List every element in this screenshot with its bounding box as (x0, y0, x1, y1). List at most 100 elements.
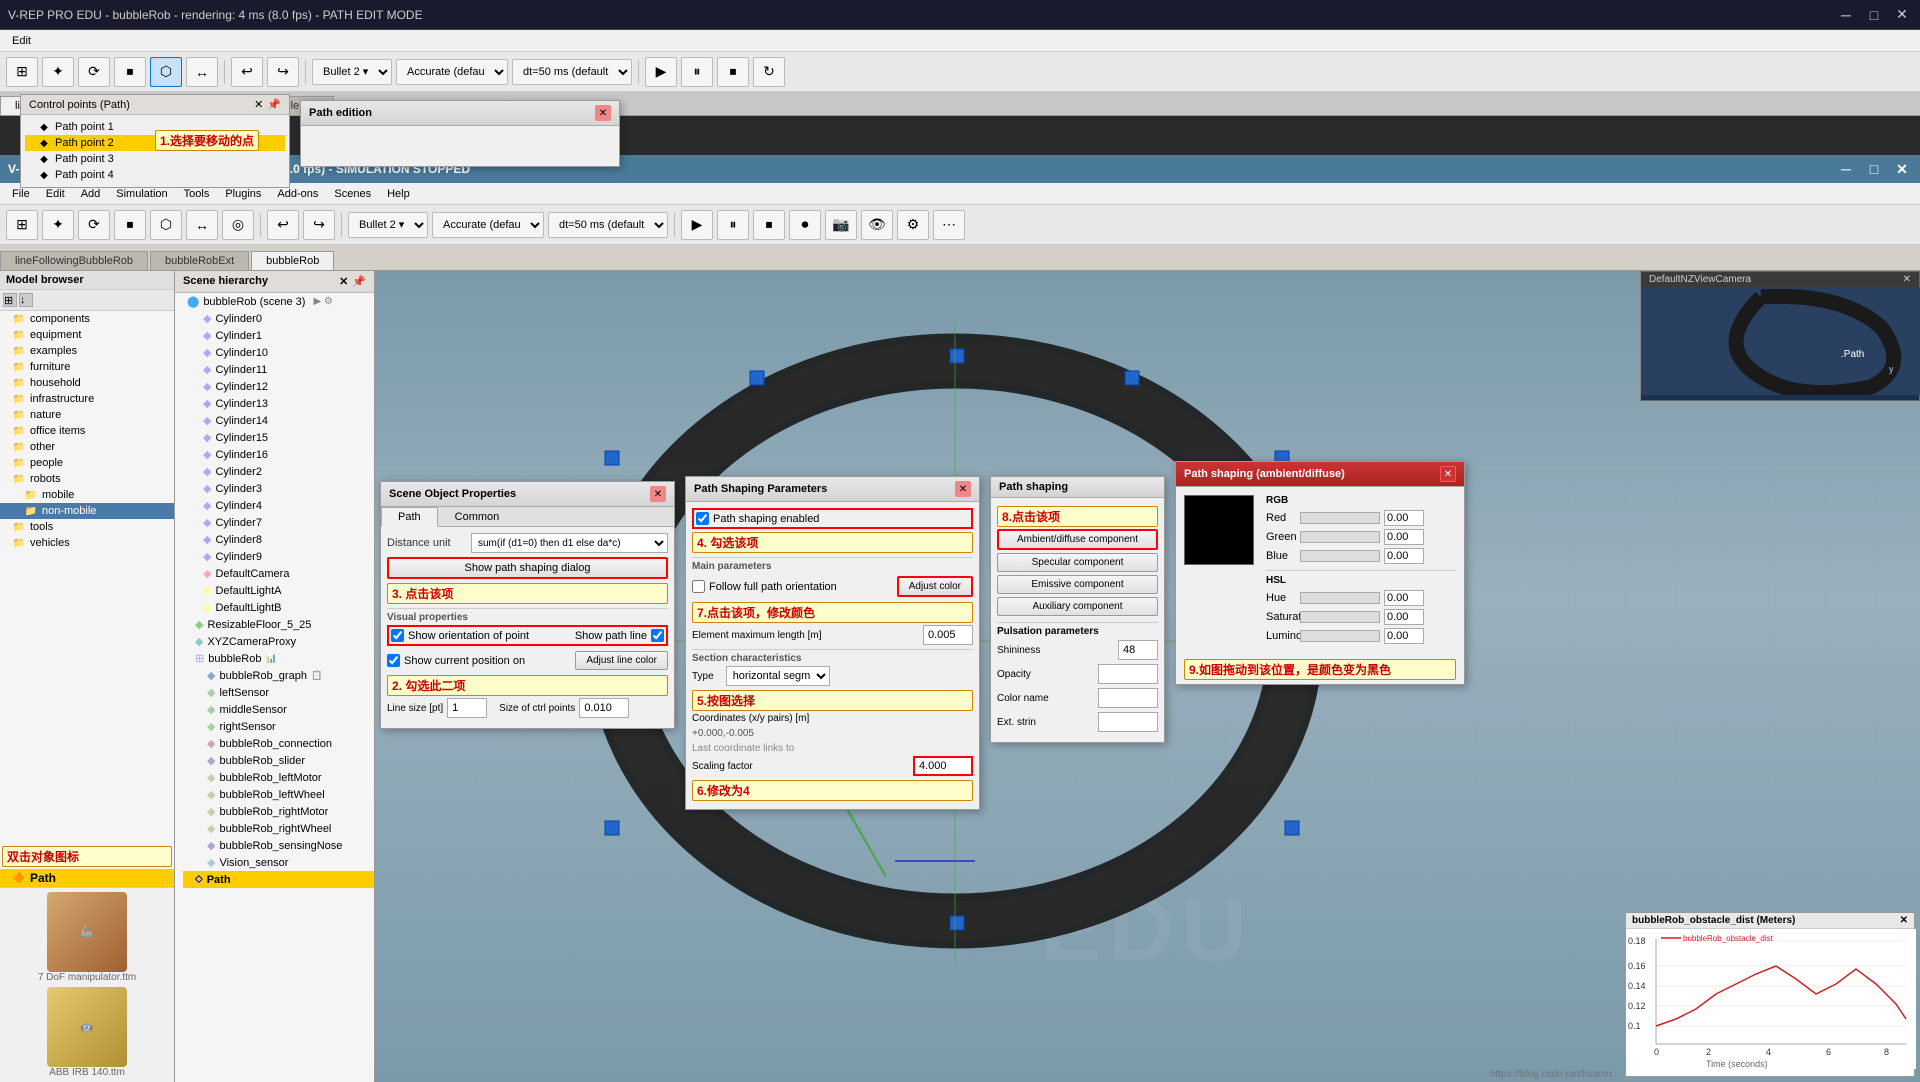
path-point-4[interactable]: ◆ Path point 4 (25, 167, 285, 183)
mb-tools[interactable]: 📁tools (0, 519, 174, 535)
mb-examples[interactable]: 📁examples (0, 343, 174, 359)
adjust-line-color-btn[interactable]: Adjust line color (575, 651, 668, 670)
type-select[interactable]: horizontal segm (726, 666, 830, 686)
sh-sensingnose[interactable]: ◆ bubbleRob_sensingNose (195, 837, 374, 854)
hue-slider[interactable] (1300, 592, 1380, 604)
scaling-input[interactable] (913, 756, 973, 776)
tb2-btn6[interactable]: ↔ (186, 210, 218, 240)
show-position-cb[interactable] (387, 654, 400, 667)
tab-path[interactable]: Path (381, 507, 438, 527)
mb-vehicles[interactable]: 📁vehicles (0, 535, 174, 551)
sh-leftmotor[interactable]: ◆ bubbleRob_leftMotor (195, 769, 374, 786)
tb-btn-1[interactable]: ⊞ (6, 57, 38, 87)
saturation-input[interactable] (1384, 609, 1424, 625)
tb-redo[interactable]: ↪ (267, 57, 299, 87)
sh-xyzproxy[interactable]: ◆ XYZCameraProxy (183, 633, 374, 650)
tb2-btn3[interactable]: ⟳ (78, 210, 110, 240)
green-slider[interactable] (1300, 531, 1380, 543)
mb-people[interactable]: 📁people (0, 455, 174, 471)
ctrl-pts-input[interactable] (579, 698, 629, 718)
scene-obj-title-bar[interactable]: Scene Object Properties ✕ (381, 482, 674, 507)
distance-unit-select[interactable]: sum(if (d1=0) then d1 else da*c) (471, 533, 668, 553)
tab-common[interactable]: Common (438, 507, 517, 526)
red-input[interactable] (1384, 510, 1424, 526)
specular-btn[interactable]: Specular component (997, 553, 1158, 572)
step-btn[interactable]: ↻ (753, 57, 785, 87)
tb2-btn4[interactable]: ⏹ (114, 210, 146, 240)
follow-path-cb[interactable] (692, 580, 705, 593)
sh-bubblerob[interactable]: ⊞ bubbleRob 📊 (183, 650, 374, 667)
psp-close[interactable]: ✕ (955, 481, 971, 497)
sh-connection[interactable]: ◆ bubbleRob_connection (195, 735, 374, 752)
tb-undo[interactable]: ↩ (231, 57, 263, 87)
mb-non-mobile[interactable]: 📁non-mobile (0, 503, 174, 519)
play-btn[interactable]: ▶ (645, 57, 677, 87)
line-size-input[interactable] (447, 698, 487, 718)
sh-vision[interactable]: ◆ Vision_sensor (195, 854, 374, 871)
sh-slider[interactable]: ◆ bubbleRob_slider (195, 752, 374, 769)
shininess-input[interactable] (1118, 640, 1158, 660)
sh-cylinder2[interactable]: ◆ Cylinder2 (191, 463, 374, 480)
opacity-input[interactable] (1098, 664, 1158, 684)
sh-cylinder3[interactable]: ◆ Cylinder3 (191, 480, 374, 497)
cam-btn[interactable]: 📷 (825, 210, 857, 240)
sh-cylinder7[interactable]: ◆ Cylinder7 (191, 514, 374, 531)
tb-path-edit[interactable]: ⬡ (150, 57, 182, 87)
tb2-undo[interactable]: ↩ (267, 210, 299, 240)
tb2-redo[interactable]: ↪ (303, 210, 335, 240)
sh-close[interactable]: ✕ (339, 275, 348, 288)
emissive-btn[interactable]: Emissive component (997, 575, 1158, 594)
sh-cylinder1[interactable]: ◆ Cylinder1 (191, 327, 374, 344)
mb-mobile[interactable]: 📁mobile (0, 487, 174, 503)
maximize-btn[interactable]: □ (1864, 5, 1884, 25)
sim-close[interactable]: ✕ (1892, 159, 1912, 179)
dt2-dropdown[interactable]: dt=50 ms (default (548, 212, 668, 238)
sh-path[interactable]: ⬦ Path (183, 871, 374, 888)
sh-cylinder14[interactable]: ◆ Cylinder14 (191, 412, 374, 429)
show-orientation-cb[interactable] (391, 629, 404, 642)
tb2-btn1[interactable]: ⊞ (6, 210, 38, 240)
blue-slider[interactable] (1300, 550, 1380, 562)
path-edition-title-bar[interactable]: Path edition ✕ (301, 101, 619, 126)
sh-cylinder10[interactable]: ◆ Cylinder10 (191, 344, 374, 361)
adjust-color-btn[interactable]: Adjust color (897, 576, 973, 597)
mb-equipment[interactable]: 📁equipment (0, 327, 174, 343)
mb-other[interactable]: 📁other (0, 439, 174, 455)
tab2-bubbleRobExt[interactable]: bubbleRobExt (150, 251, 249, 270)
graph-close[interactable]: ✕ (1900, 915, 1908, 926)
green-input[interactable] (1384, 529, 1424, 545)
stop-btn[interactable]: ⏹ (717, 57, 749, 87)
ctrl-pts-x-btn[interactable]: ✕ (254, 98, 263, 111)
elem-max-input[interactable] (923, 625, 973, 645)
scene-obj-close[interactable]: ✕ (650, 486, 666, 502)
path-edition-close[interactable]: ✕ (595, 105, 611, 121)
menu2-scenes[interactable]: Scenes (326, 186, 379, 202)
sh-pin[interactable]: 📌 (352, 275, 366, 288)
psp-title-bar[interactable]: Path Shaping Parameters ✕ (686, 477, 979, 502)
sh-rightmotor[interactable]: ◆ bubbleRob_rightMotor (195, 803, 374, 820)
pa-close[interactable]: ✕ (1440, 466, 1456, 482)
tab2-bubbleRob[interactable]: bubbleRob (251, 251, 334, 270)
mb-robots[interactable]: 📁robots (0, 471, 174, 487)
gear-btn[interactable]: ⚙ (897, 210, 929, 240)
menu2-help[interactable]: Help (379, 186, 418, 202)
luminosity-input[interactable] (1384, 628, 1424, 644)
tb2-btn2[interactable]: ✦ (42, 210, 74, 240)
blue-input[interactable] (1384, 548, 1424, 564)
sh-middlesensor[interactable]: ◆ middleSensor (195, 701, 374, 718)
mb-components[interactable]: 📁components (0, 311, 174, 327)
mb-furniture[interactable]: 📁furniture (0, 359, 174, 375)
sh-cylinder11[interactable]: ◆ Cylinder11 (191, 361, 374, 378)
ctrl-pts-pin-btn[interactable]: 📌 (267, 98, 281, 111)
luminosity-slider[interactable] (1300, 630, 1380, 642)
color-name-input[interactable] (1098, 688, 1158, 708)
mb-icon-2[interactable]: ↓ (19, 293, 33, 307)
menu-edit[interactable]: Edit (4, 33, 39, 49)
bullet-dropdown[interactable]: Bullet 2 ▾ (312, 59, 392, 85)
psp-enabled-cb[interactable] (696, 512, 709, 525)
mb-household[interactable]: 📁household (0, 375, 174, 391)
more-btn[interactable]: ⋯ (933, 210, 965, 240)
sh-cylinder9[interactable]: ◆ Cylinder9 (191, 548, 374, 565)
tb-btn-3[interactable]: ⟳ (78, 57, 110, 87)
mb-path-item[interactable]: 🔶Path (0, 869, 174, 887)
